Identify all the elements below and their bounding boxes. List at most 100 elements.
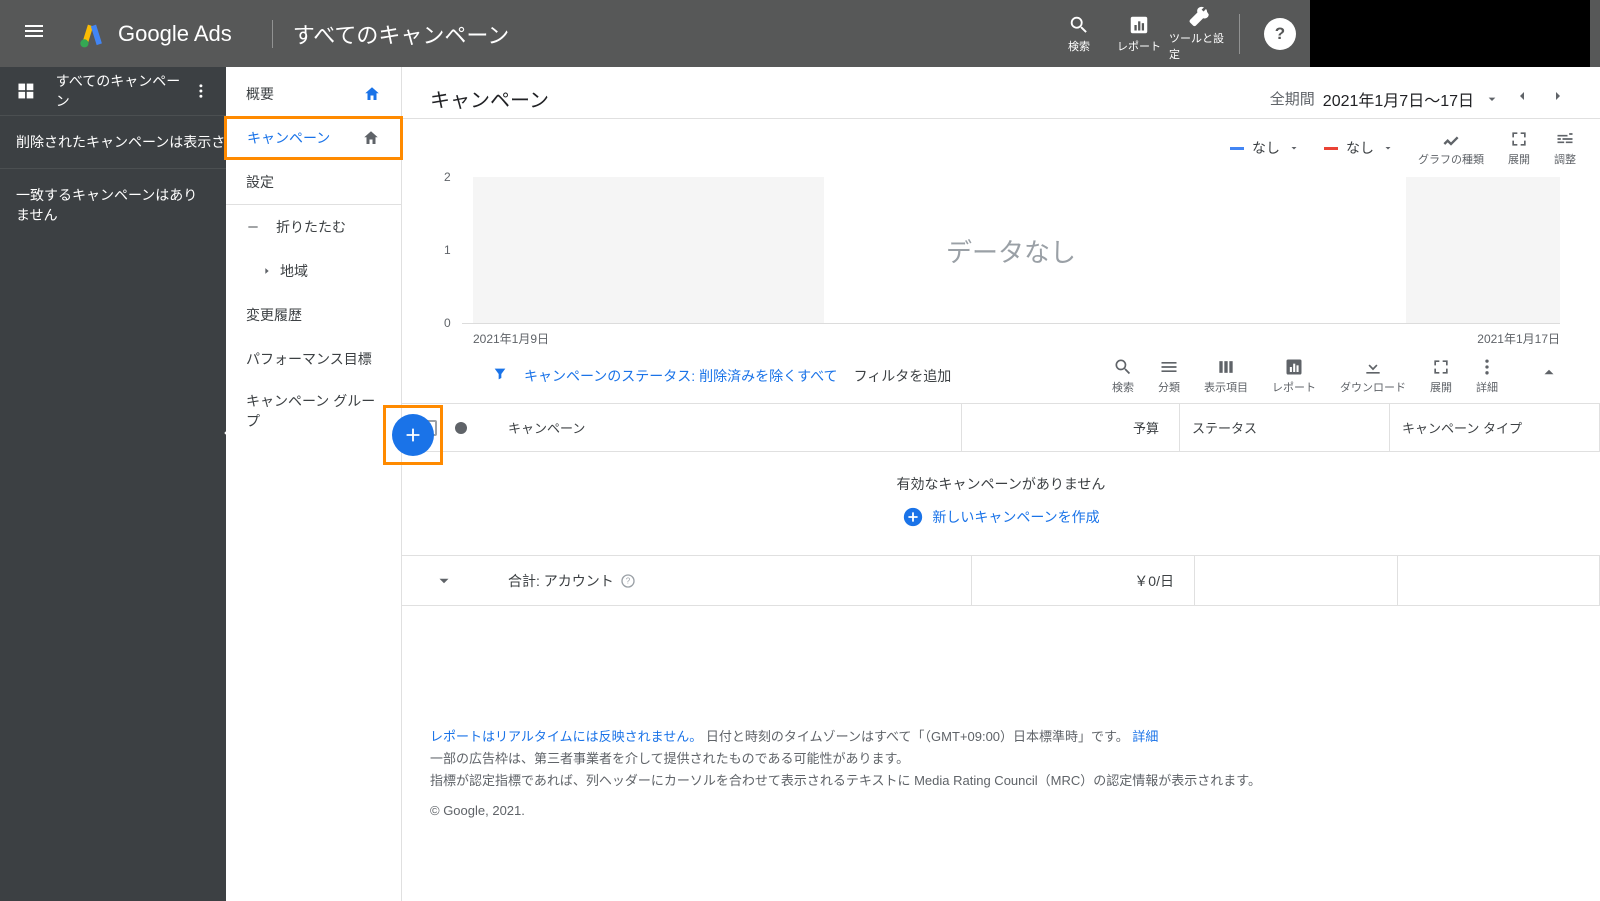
date-next-button[interactable] (1544, 82, 1572, 115)
graph-type-button[interactable]: グラフの種類 (1418, 129, 1484, 167)
col-type[interactable]: キャンペーン タイプ (1389, 404, 1600, 451)
total-label: 合計: アカウント ? (486, 571, 971, 591)
table-toolbar: キャンペーンのステータス: 削除済みを除くすべて フィルタを追加 検索 分類 表… (402, 347, 1600, 404)
chart-canvas: 2 1 0 データなし 2021年1月9日 2021年1月17日 (462, 177, 1560, 347)
expand-total-button[interactable] (402, 572, 486, 590)
collapse-toolbar-button[interactable] (1522, 357, 1576, 392)
empty-state: 有効なキャンペーンがありません 新しいキャンペーンを作成 (402, 452, 1600, 556)
col-campaign[interactable]: キャンペーン (486, 418, 961, 437)
columns-button[interactable]: 表示項目 (1204, 357, 1248, 395)
series2-selector[interactable]: なし (1324, 138, 1394, 158)
y-tick: 0 (444, 316, 462, 330)
col-budget[interactable]: 予算 (961, 404, 1179, 451)
add-filter[interactable]: フィルタを追加 (854, 366, 952, 386)
active-filter[interactable]: キャンペーンのステータス: 削除済みを除くすべて (524, 366, 838, 386)
wrench-icon (1188, 6, 1210, 28)
tune-icon (1555, 129, 1575, 149)
table-reports-button[interactable]: レポート (1272, 357, 1316, 395)
grid-icon (16, 81, 36, 101)
expand-chart-button[interactable]: 展開 (1508, 129, 1530, 167)
page-header: キャンペーン 全期間 2021年1月7日～17日 (402, 67, 1600, 119)
footer: レポートはリアルタイムには反映されません。 日付と時刻のタイムゾーンはすべて「（… (402, 606, 1600, 842)
nav-regions[interactable]: 地域 (226, 249, 401, 293)
x-axis (462, 323, 1560, 324)
x-label-end: 2021年1月17日 (1477, 330, 1560, 347)
x-label-start: 2021年1月9日 (473, 330, 549, 347)
tools-button[interactable]: ツールと設定 (1169, 6, 1229, 62)
realtime-note-link[interactable]: レポートはリアルタイムには反映されません。 (430, 729, 702, 744)
series1-selector[interactable]: なし (1230, 138, 1300, 158)
chevron-right-icon (1550, 88, 1566, 104)
chevron-left-icon (1514, 88, 1530, 104)
caret-down-icon (1288, 142, 1300, 154)
nav-all-campaigns[interactable]: すべてのキャンペーン (0, 67, 226, 116)
date-prefix: 全期間 (1270, 88, 1315, 109)
fullscreen-icon (1509, 129, 1529, 149)
detail-link[interactable]: 詳細 (1132, 729, 1158, 744)
no-matching-campaigns: 一致するキャンペーンはありません (0, 169, 226, 241)
fullscreen-icon (1431, 357, 1451, 377)
expand-table-button[interactable]: 展開 (1430, 357, 1452, 395)
total-budget: ￥0/日 (971, 556, 1194, 605)
bar-chart-icon (1284, 357, 1304, 377)
app-header: Google Ads すべてのキャンペーン 検索 レポート ツールと設定 ? (0, 0, 1600, 67)
search-icon (1113, 357, 1133, 377)
table-header-row: キャンペーン 予算 ステータス キャンペーン タイプ (402, 404, 1600, 452)
total-type-cell (1397, 556, 1600, 605)
nav-campaigns[interactable]: キャンペーン (224, 116, 403, 160)
line-chart-icon (1441, 129, 1461, 149)
create-campaign-link[interactable]: 新しいキャンペーンを作成 (902, 506, 1099, 528)
detail-button[interactable]: 詳細 (1476, 357, 1498, 395)
footer-line3: 指標が認定指標であれば、列ヘッダーにカーソルを合わせて表示されるテキストに Me… (430, 770, 1572, 792)
plus-icon (402, 424, 424, 446)
svg-text:?: ? (626, 576, 631, 585)
footer-line1: レポートはリアルタイムには反映されません。 日付と時刻のタイムゾーンはすべて「（… (430, 726, 1572, 748)
add-campaign-fab[interactable] (392, 414, 434, 456)
nav-settings[interactable]: 設定 (226, 160, 401, 204)
help-button[interactable]: ? (1264, 18, 1296, 50)
table-search-button[interactable]: 検索 (1112, 357, 1134, 395)
secondary-nav: 概要 キャンペーン 設定 折りたたむ 地域 変更履歴 パフォーマンス目標 キャン… (226, 67, 402, 901)
copyright: © Google, 2021. (430, 800, 1572, 822)
total-row: 合計: アカウント ? ￥0/日 (402, 556, 1600, 606)
google-ads-logo-icon (78, 20, 106, 48)
download-button[interactable]: ダウンロード (1340, 357, 1406, 395)
search-button[interactable]: 検索 (1049, 14, 1109, 54)
help-circle-icon[interactable]: ? (620, 573, 636, 589)
account-area[interactable] (1310, 0, 1590, 67)
nav-overview[interactable]: 概要 (226, 72, 401, 116)
series-swatch-red (1324, 147, 1338, 150)
divider (272, 20, 273, 48)
chevron-down-icon (435, 572, 453, 590)
columns-icon (1216, 357, 1236, 377)
nav-collapse[interactable]: 折りたたむ (226, 205, 401, 249)
nav-campaign-groups[interactable]: キャンペーン グループ (226, 381, 401, 441)
col-status[interactable]: ステータス (1179, 404, 1389, 451)
minus-icon (246, 220, 260, 234)
date-prev-button[interactable] (1508, 82, 1536, 115)
date-range-area: 全期間 2021年1月7日～17日 (1270, 82, 1572, 115)
date-range-picker[interactable]: 2021年1月7日～17日 (1323, 87, 1500, 111)
segment-button[interactable]: 分類 (1158, 357, 1180, 395)
reports-button[interactable]: レポート (1109, 14, 1169, 54)
logo[interactable]: Google Ads (58, 20, 252, 48)
footer-line2: 一部の広告枠は、第三者事業者を介して提供されたものである可能性があります。 (430, 748, 1572, 770)
bar-chart-icon (1128, 14, 1150, 36)
menu-icon[interactable] (10, 7, 58, 60)
total-status-cell (1194, 556, 1397, 605)
y-tick: 1 (444, 243, 462, 257)
status-dot-icon[interactable] (455, 422, 467, 434)
nav-change-history[interactable]: 変更履歴 (226, 293, 401, 337)
chevron-up-icon (1540, 363, 1558, 381)
kebab-icon (1477, 357, 1497, 377)
home-icon (362, 129, 380, 147)
filter-icon[interactable] (492, 366, 508, 387)
header-title: すべてのキャンペーン (293, 18, 509, 50)
kebab-icon[interactable] (192, 82, 210, 100)
nav-performance-target[interactable]: パフォーマンス目標 (226, 337, 401, 381)
adjust-chart-button[interactable]: 調整 (1554, 129, 1576, 167)
series-swatch-blue (1230, 147, 1244, 150)
home-icon (363, 85, 381, 103)
plus-circle-icon (902, 506, 924, 528)
deleted-campaigns-note: 削除されたキャンペーンは表示されま (0, 116, 226, 169)
